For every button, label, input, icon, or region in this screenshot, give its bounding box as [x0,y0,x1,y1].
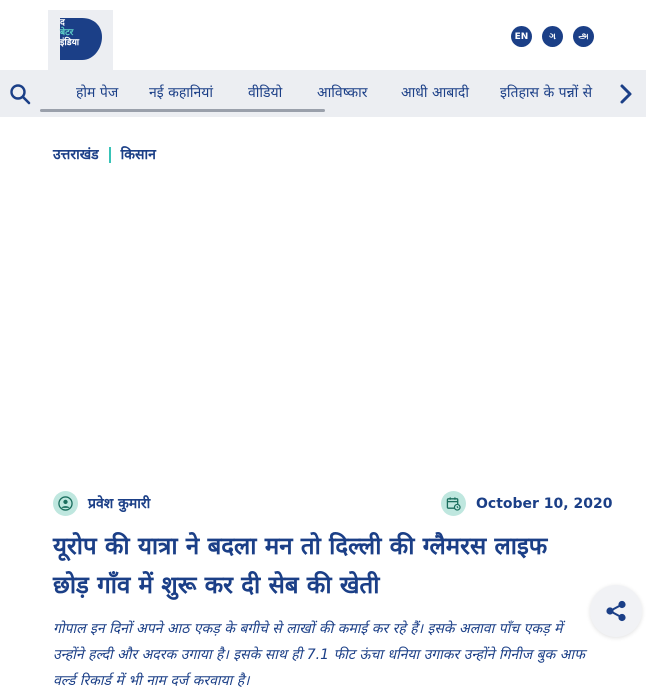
nav-item-women[interactable]: आधी आबादी [401,83,469,102]
nav-item-history[interactable]: इतिहास के पन्नों से [500,83,592,102]
breadcrumb: उत्तराखंड किसान [53,145,156,164]
user-icon [53,491,78,516]
nav-scrollbar[interactable] [40,109,325,112]
article-excerpt: गोपाल इन दिनों अपने आठ एकड़ के बगीचे से … [53,621,585,689]
search-icon[interactable] [8,82,32,106]
nav-item-home[interactable]: होम पेज [76,83,118,102]
article-title: यूरोप की यात्रा ने बदला मन तो दिल्ली की … [53,532,548,599]
nav-item-inventions[interactable]: आविष्कार [317,83,367,102]
author-name[interactable]: प्रवेश कुमारी [88,494,150,513]
nav-item-new-stories[interactable]: नई कहानियां [149,83,213,102]
publish-date: October 10, 2020 [476,495,613,512]
logo-line-1: द [60,18,65,28]
site-logo[interactable]: द बेटर इंडिया [48,10,113,70]
article-author: प्रवेश कुमारी [53,491,150,516]
nav-item-video[interactable]: वीडियो [248,83,282,102]
logo-text: द बेटर इंडिया [60,18,106,48]
share-icon [606,600,626,622]
article-date: October 10, 2020 [441,491,612,516]
calendar-icon [441,491,466,516]
share-button[interactable] [590,585,642,637]
breadcrumb-item-uttarakhand[interactable]: उत्तराखंड [53,145,99,164]
chevron-right-icon[interactable] [616,82,636,106]
breadcrumb-item-farmer[interactable]: किसान [121,145,156,164]
site-header: द बेटर इंडिया EN ગ அ [0,0,646,70]
language-english-button[interactable]: EN [511,26,532,47]
breadcrumb-separator [108,146,111,163]
language-tamil-button[interactable]: அ [573,26,594,47]
logo-line-2: बेटर [60,28,74,38]
logo-line-3: इंडिया [60,38,80,48]
language-gujarati-button[interactable]: ગ [542,26,563,47]
